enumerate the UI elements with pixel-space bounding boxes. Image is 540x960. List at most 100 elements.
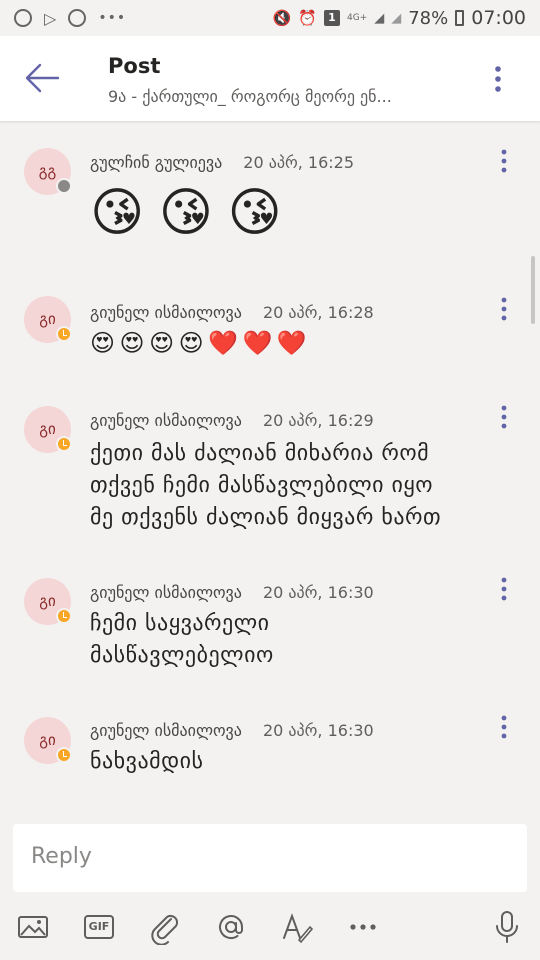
message-item: გი გიუნელ ისმაილოვა 20 აპრ, 16:30 ნახვამ… xyxy=(0,714,540,794)
more-horizontal-icon xyxy=(350,924,376,930)
message-body: 😘 😘 😘 xyxy=(90,182,510,244)
message-line: მე თქვენს ძალიან მიყვარ ხართ xyxy=(90,505,442,530)
author-name: გიუნელ ისმაილოვა xyxy=(90,721,242,740)
heart-eyes-emoji: 😍 xyxy=(149,329,175,357)
message-item: გი გიუნელ ისმაილოვა 20 აპრ, 16:28 😍 😍 😍 … xyxy=(0,292,540,382)
avatar-initials: გი xyxy=(39,420,56,438)
compose-toolbar: GIF xyxy=(0,905,540,951)
chrome-icon xyxy=(68,9,87,27)
status-bar-notifications: ▷ ••• xyxy=(14,9,126,28)
author-name: გიუნელ ისმაილოვა xyxy=(90,411,242,430)
header-more-button[interactable] xyxy=(488,64,508,94)
heart-emoji: ❤️ xyxy=(242,329,273,357)
avatar[interactable]: გი xyxy=(24,717,72,764)
away-status-icon xyxy=(56,747,72,763)
more-options-button[interactable] xyxy=(345,909,381,945)
battery-level: 78% xyxy=(408,7,449,29)
message-line: ქეთი მას ძალიან მიხარია რომ xyxy=(90,441,430,466)
author-name: გიუნელ ისმაილოვა xyxy=(90,303,242,322)
more-vertical-icon xyxy=(501,149,507,173)
avatar-initials: გგ xyxy=(38,162,57,180)
message-line: ნახვამდის xyxy=(90,749,204,774)
message-header: გიუნელ ისმაილოვა 20 აპრ, 16:30 xyxy=(90,583,374,602)
message-body: ქეთი მას ძალიან მიხარია რომ თქვენ ჩემი მ… xyxy=(90,438,510,534)
message-line: მასწავლებელიო xyxy=(90,643,274,668)
message-timestamp: 20 აპრ, 16:29 xyxy=(262,411,374,430)
avatar-initials: გი xyxy=(39,310,56,328)
avatar[interactable]: გგ xyxy=(24,148,72,195)
at-mention-icon xyxy=(219,915,243,939)
message-timestamp: 20 აპრ, 16:25 xyxy=(243,153,355,172)
message-timestamp: 20 აპრ, 16:30 xyxy=(262,721,374,740)
heart-eyes-emoji: 😍 xyxy=(90,329,116,357)
more-vertical-icon xyxy=(501,297,507,321)
message-body: 😍 😍 😍 😍 ❤️ ❤️ ❤️ xyxy=(90,328,510,358)
heart-emoji: ❤️ xyxy=(276,329,308,357)
attach-button[interactable] xyxy=(147,909,183,946)
message-header: გულჩინ გულიევა 20 აპრ, 16:25 xyxy=(90,153,354,172)
message-line: ჩემი საყვარელი xyxy=(90,611,270,636)
message-body: ჩემი საყვარელი მასწავლებელიო xyxy=(90,608,510,672)
alarm-icon: ⏰ xyxy=(298,9,317,27)
more-vertical-icon xyxy=(501,715,507,739)
signal-icon-2: ◢ xyxy=(391,10,402,26)
more-vertical-icon xyxy=(501,577,507,601)
kiss-emoji: 😘 xyxy=(90,183,145,243)
message-more-button[interactable] xyxy=(496,148,512,176)
message-header: გიუნელ ისმაილოვა 20 აპრ, 16:28 xyxy=(90,303,374,322)
message-line: თქვენ ჩემი მასწავლებილი იყო xyxy=(90,473,434,498)
message-timestamp: 20 აპრ, 16:30 xyxy=(262,583,374,602)
network-type: 4G+ xyxy=(346,12,368,23)
app-header: Post 9ა - ქართული_ როგორც მეორე ენ... xyxy=(0,36,540,122)
message-feed[interactable]: გგ გულჩინ გულიევა 20 აპრ, 16:25 😘 😘 😘 გი… xyxy=(0,122,540,822)
back-button[interactable] xyxy=(22,58,62,98)
avatar[interactable]: გი xyxy=(24,406,72,453)
image-icon xyxy=(18,916,48,938)
message-more-button[interactable] xyxy=(496,576,512,604)
image-button[interactable] xyxy=(15,909,51,945)
more-vertical-icon xyxy=(501,405,507,429)
gif-button[interactable]: GIF xyxy=(81,909,117,945)
message-header: გიუნელ ისმაილოვა 20 აპრ, 16:30 xyxy=(90,721,374,740)
microphone-icon xyxy=(496,911,518,943)
reply-input[interactable] xyxy=(31,844,491,869)
message-header: გიუნელ ისმაილოვა 20 აპრ, 16:29 xyxy=(90,411,374,430)
avatar[interactable]: გი xyxy=(24,296,72,343)
avatar-initials: გი xyxy=(39,592,56,610)
format-text-icon xyxy=(283,913,314,944)
kiss-emoji: 😘 xyxy=(158,183,214,243)
message-more-button[interactable] xyxy=(496,296,512,324)
channel-subtitle: 9ა - ქართული_ როგორც მეორე ენ... xyxy=(108,87,392,106)
heart-emoji: ❤️ xyxy=(208,329,239,357)
chrome-icon xyxy=(14,9,32,27)
status-bar-system: 🔇 ⏰ 1 4G+ ◢ ◢ 78% 07:00 xyxy=(273,7,526,29)
offline-status-icon xyxy=(56,178,72,194)
more-vertical-icon xyxy=(495,66,501,92)
message-body: ნახვამდის xyxy=(90,746,510,778)
clock: 07:00 xyxy=(471,7,526,29)
mention-button[interactable] xyxy=(213,909,249,945)
microphone-button[interactable] xyxy=(489,909,525,945)
more-notifications-icon: ••• xyxy=(98,10,127,26)
back-arrow-icon xyxy=(25,63,60,93)
message-more-button[interactable] xyxy=(496,404,512,432)
message-item: გი გიუნელ ისმაილოვა 20 აპრ, 16:29 ქეთი მ… xyxy=(0,402,540,542)
mute-icon: 🔇 xyxy=(272,9,292,27)
gif-label: GIF xyxy=(88,920,110,933)
format-button[interactable] xyxy=(279,909,315,945)
status-bar: ▷ ••• 🔇 ⏰ 1 4G+ ◢ ◢ 78% 07:00 xyxy=(0,0,540,36)
author-name: გიუნელ ისმაილოვა xyxy=(90,583,242,602)
away-status-icon xyxy=(56,436,72,452)
play-store-icon: ▷ xyxy=(44,8,57,28)
message-more-button[interactable] xyxy=(496,714,512,742)
sim-indicator: 1 xyxy=(323,10,340,26)
feed-scrollbar[interactable] xyxy=(531,256,535,324)
avatar[interactable]: გი xyxy=(24,578,72,625)
message-item: გგ გულჩინ გულიევა 20 აპრ, 16:25 😘 😘 😘 xyxy=(0,142,540,262)
signal-icon: ◢ xyxy=(374,10,385,26)
page-title: Post xyxy=(108,54,161,78)
reply-box[interactable] xyxy=(13,824,527,892)
battery-icon xyxy=(455,10,465,26)
kiss-emoji: 😘 xyxy=(227,183,283,243)
away-status-icon xyxy=(56,326,72,342)
